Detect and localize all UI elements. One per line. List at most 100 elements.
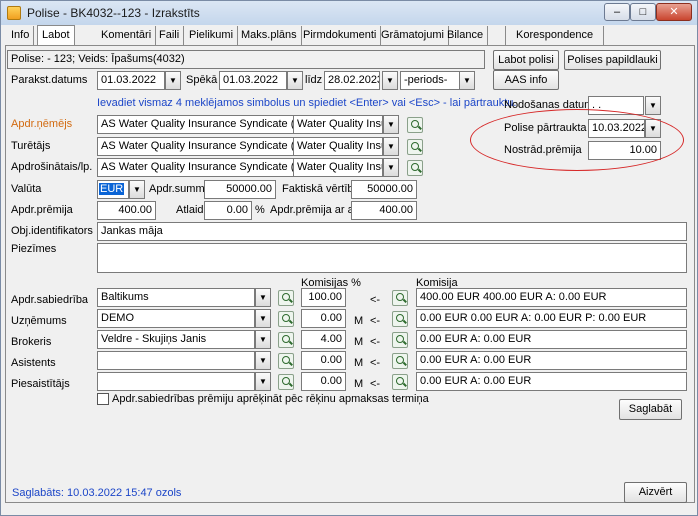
minimize-icon: –: [613, 6, 621, 18]
tab-maks-plans[interactable]: Maks.plāns: [237, 26, 302, 45]
apdr-premija-label: Apdr.prēmija: [11, 204, 73, 216]
apdr-nemejs-field[interactable]: AS Water Quality Insurance Syndicate (11…: [97, 115, 294, 134]
commission-dropdown[interactable]: ▼: [255, 309, 271, 328]
search-icon[interactable]: [278, 353, 294, 369]
faktiska-vertiba-label: Faktiskā vērtība: [282, 183, 360, 195]
tab-komentari[interactable]: Komentāri: [97, 26, 157, 45]
parakst-dropdown-button[interactable]: ▼: [165, 71, 181, 90]
tab-bilance[interactable]: Bilance: [443, 26, 489, 45]
tab-korespondence[interactable]: Korespondence: [505, 26, 605, 45]
tab-gramatojumi[interactable]: Grāmatojumi: [377, 26, 449, 45]
piezimes-textarea[interactable]: [97, 243, 687, 273]
chevron-down-icon: ▼: [259, 356, 267, 365]
close-window-button[interactable]: Aizvērt: [624, 482, 687, 503]
commission-m-label: M: [354, 315, 364, 327]
search-icon[interactable]: [392, 374, 408, 390]
commission-pct-field[interactable]: 0.00: [301, 372, 346, 391]
commission-dropdown[interactable]: ▼: [255, 372, 271, 391]
polises-papildlauki-button[interactable]: Polises papildlauki: [564, 50, 661, 70]
apdrosinatais-label[interactable]: Apdrošinātais/lp.: [11, 161, 92, 173]
periods-select[interactable]: -periods-: [400, 71, 460, 90]
apdr-premija-field[interactable]: 400.00: [97, 201, 156, 220]
commission-pct-field[interactable]: 0.00: [301, 309, 346, 328]
chevron-down-icon: ▼: [259, 377, 267, 386]
commission-m-label: M: [354, 378, 364, 390]
lidz-field[interactable]: 28.02.2023: [324, 71, 380, 90]
turetajs-name[interactable]: Water Quality Insurar: [293, 137, 383, 156]
commission-name-field[interactable]: DEMO: [97, 309, 255, 328]
periods-dropdown-button[interactable]: ▼: [459, 71, 475, 90]
arrow-left-icon: <-: [370, 357, 381, 369]
lidz-dropdown-button[interactable]: ▼: [382, 71, 398, 90]
speka-no-field[interactable]: 01.03.2022: [219, 71, 287, 90]
chevron-down-icon: ▼: [386, 76, 394, 85]
commission-dropdown[interactable]: ▼: [255, 330, 271, 349]
commission-name-field[interactable]: Baltikums: [97, 288, 255, 307]
search-icon[interactable]: [407, 160, 423, 176]
premium-calc-checkbox[interactable]: [97, 393, 109, 405]
save-button[interactable]: Saglabāt: [619, 399, 682, 420]
search-icon[interactable]: [392, 332, 408, 348]
chevron-down-icon: ▼: [387, 142, 395, 151]
minimize-button[interactable]: –: [604, 3, 630, 21]
speka-dropdown-button[interactable]: ▼: [287, 71, 303, 90]
commission-pct-field[interactable]: 0.00: [301, 351, 346, 370]
apdr-nemejs-dropdown[interactable]: ▼: [383, 115, 399, 134]
apdrosinatais-name[interactable]: Water Quality Insurar: [293, 158, 383, 177]
highlight-oval: [470, 109, 684, 171]
window-title: Polise - BK4032--123 - Izrakstīts: [27, 6, 200, 20]
close-button[interactable]: ✕: [656, 3, 692, 21]
search-icon[interactable]: [392, 311, 408, 327]
obj-identifikators-field[interactable]: Jankas māja: [97, 222, 687, 241]
tab-pielikumi[interactable]: Pielikumi: [185, 26, 239, 45]
close-icon: ✕: [669, 6, 679, 18]
commission-pct-field[interactable]: 4.00: [301, 330, 346, 349]
commission-row-label: Piesaistītājs: [11, 378, 70, 390]
apdr-nemejs-label[interactable]: Apdr.ņēmējs: [11, 118, 72, 130]
chevron-down-icon: ▼: [133, 185, 141, 194]
nodosanas-dropdown-button[interactable]: ▼: [645, 96, 661, 115]
search-icon[interactable]: [278, 311, 294, 327]
turetajs-dropdown[interactable]: ▼: [383, 137, 399, 156]
tab-pirmdokumenti[interactable]: Pirmdokumenti: [299, 26, 382, 45]
valuta-field[interactable]: EUR: [97, 180, 129, 199]
search-icon[interactable]: [278, 374, 294, 390]
piezimes-label: Piezīmes: [11, 243, 57, 255]
chevron-down-icon: ▼: [463, 76, 471, 85]
maximize-button[interactable]: □: [630, 3, 656, 21]
commission-name-field[interactable]: [97, 372, 255, 391]
turetajs-label[interactable]: Turētājs: [11, 140, 50, 152]
apdr-premija-atl-field[interactable]: 400.00: [351, 201, 417, 220]
search-icon[interactable]: [278, 332, 294, 348]
apdr-summa-field[interactable]: 50000.00: [204, 180, 276, 199]
atlaide-field[interactable]: 0.00: [204, 201, 252, 220]
turetajs-field[interactable]: AS Water Quality Insurance Syndicate (11…: [97, 137, 294, 156]
commission-pct-field[interactable]: 100.00: [301, 288, 346, 307]
tab-info[interactable]: Info: [7, 26, 35, 45]
aas-info-button[interactable]: AAS info: [493, 70, 559, 90]
lidz-label-text: līdz: [305, 74, 323, 86]
parakst-datums-label: Parakst.datums: [11, 74, 88, 86]
apdrosinatais-field[interactable]: AS Water Quality Insurance Syndicate (11…: [97, 158, 294, 177]
commission-dropdown[interactable]: ▼: [255, 288, 271, 307]
tab-faili[interactable]: Faili: [155, 26, 185, 45]
search-icon[interactable]: [392, 290, 408, 306]
apdr-summa-label: Apdr.summa: [149, 183, 211, 195]
search-icon[interactable]: [392, 353, 408, 369]
commission-name-field[interactable]: Veldre - Skujiņs Janis: [97, 330, 255, 349]
commission-dropdown[interactable]: ▼: [255, 351, 271, 370]
valuta-dropdown[interactable]: ▼: [129, 180, 145, 199]
apdr-nemejs-name[interactable]: Water Quality Insurar: [293, 115, 383, 134]
parakst-datums-field[interactable]: 01.03.2022: [97, 71, 165, 90]
apdrosinatais-dropdown[interactable]: ▼: [383, 158, 399, 177]
search-icon[interactable]: [278, 290, 294, 306]
search-icon[interactable]: [407, 139, 423, 155]
commission-summary: 0.00 EUR A: 0.00 EUR: [416, 372, 687, 391]
chevron-down-icon: ▼: [387, 163, 395, 172]
faktiska-vertiba-field[interactable]: 50000.00: [351, 180, 417, 199]
premium-calc-checkbox-label[interactable]: Apdr.sabiedrības prēmiju aprēķināt pēc r…: [112, 393, 429, 405]
commission-name-field[interactable]: [97, 351, 255, 370]
labot-polisi-button[interactable]: Labot polisi: [493, 50, 559, 70]
tab-labot[interactable]: Labot: [37, 25, 75, 46]
search-icon[interactable]: [407, 117, 423, 133]
